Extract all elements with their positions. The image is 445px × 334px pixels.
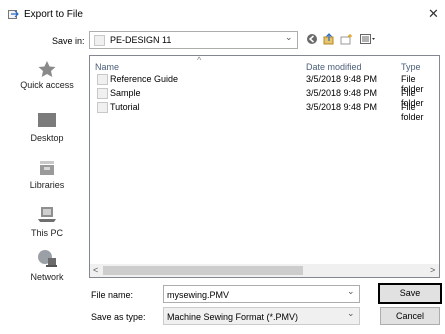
- folder-icon: [97, 74, 108, 85]
- scroll-right-arrow[interactable]: >: [430, 265, 435, 275]
- column-header-date[interactable]: Date modified: [306, 62, 362, 72]
- folder-icon: [97, 88, 108, 99]
- save-in-label: Save in:: [52, 36, 85, 46]
- file-type: File folder: [401, 102, 424, 122]
- place-label: Desktop: [30, 133, 64, 143]
- file-name-field[interactable]: mysewing.PMV ⌄: [163, 285, 360, 303]
- file-date: 3/5/2018 9:48 PM: [306, 102, 378, 112]
- close-button[interactable]: ✕: [428, 6, 439, 22]
- save-as-type-dropdown[interactable]: Machine Sewing Format (*.PMV) ⌄: [163, 307, 360, 325]
- chevron-down-icon: ⌄: [347, 286, 355, 296]
- save-in-value: PE-DESIGN 11: [110, 35, 172, 45]
- chevron-down-icon: ⌄: [285, 32, 293, 42]
- list-item[interactable]: Tutorial 3/5/2018 9:48 PM File folder: [90, 101, 438, 122]
- save-as-type-value: Machine Sewing Format (*.PMV): [167, 312, 299, 322]
- up-folder-icon[interactable]: [323, 33, 335, 45]
- column-header-name[interactable]: Name: [95, 62, 119, 72]
- new-folder-icon[interactable]: [340, 33, 353, 45]
- view-menu-icon[interactable]: [360, 33, 378, 45]
- star-icon: [38, 61, 56, 77]
- place-quick-access[interactable]: Quick access: [10, 60, 84, 90]
- file-name-label: File name:: [91, 290, 134, 300]
- file-date: 3/5/2018 9:48 PM: [306, 88, 378, 98]
- cancel-button-label: Cancel: [395, 311, 424, 321]
- place-label: Libraries: [29, 180, 65, 190]
- place-label: This PC: [30, 228, 63, 238]
- file-name: Reference Guide: [110, 74, 179, 84]
- folder-icon: [94, 35, 105, 46]
- desktop-icon: [38, 113, 56, 127]
- place-label: Quick access: [20, 80, 74, 90]
- list-item[interactable]: Sample 3/5/2018 9:48 PM File folder: [90, 87, 438, 108]
- libraries-icon: [40, 161, 54, 175]
- computer-icon: [38, 207, 56, 222]
- save-in-dropdown[interactable]: PE-DESIGN 11 ⌄: [89, 31, 298, 49]
- file-name: Sample: [110, 88, 141, 98]
- place-this-pc[interactable]: This PC: [10, 206, 84, 238]
- dialog-title: Export to File: [24, 9, 83, 20]
- save-button-label: Save: [399, 288, 421, 298]
- scroll-left-arrow[interactable]: <: [93, 265, 98, 275]
- save-as-type-label: Save as type:: [91, 312, 146, 322]
- list-item[interactable]: Reference Guide 3/5/2018 9:48 PM File fo…: [90, 73, 438, 94]
- export-dialog-icon: [8, 10, 19, 19]
- scrollbar-thumb[interactable]: [103, 266, 303, 275]
- folder-icon: [97, 102, 108, 113]
- place-network[interactable]: Network: [10, 249, 84, 282]
- chevron-down-icon: ⌄: [347, 308, 355, 318]
- file-name: Tutorial: [110, 102, 140, 112]
- save-button[interactable]: Save: [378, 283, 442, 304]
- network-icon: [38, 250, 57, 267]
- title-bar: Export to File ✕: [0, 0, 445, 28]
- place-desktop[interactable]: Desktop: [10, 113, 84, 143]
- file-date: 3/5/2018 9:48 PM: [306, 74, 378, 84]
- column-header-type[interactable]: Type: [401, 62, 421, 72]
- file-name-value: mysewing.PMV: [167, 290, 230, 300]
- place-libraries[interactable]: Libraries: [10, 158, 84, 190]
- cancel-button[interactable]: Cancel: [380, 307, 440, 325]
- back-icon[interactable]: [306, 33, 318, 45]
- place-label: Network: [30, 272, 64, 282]
- sort-arrow-icon: ^: [197, 55, 202, 65]
